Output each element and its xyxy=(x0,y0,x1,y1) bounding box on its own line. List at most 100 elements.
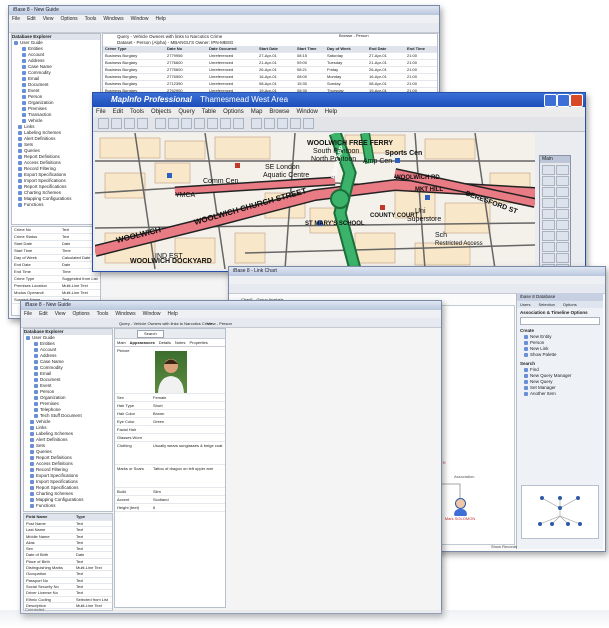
side-item[interactable]: Another Item xyxy=(520,391,600,397)
zoom-out-tool-icon[interactable] xyxy=(556,187,569,197)
prop-value[interactable]: Short xyxy=(153,402,163,409)
field-row[interactable]: Start Time Time xyxy=(12,248,100,255)
side-tab[interactable]: Selection xyxy=(538,302,554,307)
pointer-icon[interactable] xyxy=(155,118,166,129)
menu-item-browse[interactable]: Browse xyxy=(269,109,289,115)
property-row[interactable]: Clothing Usually wears sunglasses & beige… xyxy=(115,442,225,465)
menu-item-table[interactable]: Table xyxy=(202,109,216,115)
close-button[interactable] xyxy=(570,94,583,107)
menu-item-file[interactable]: File xyxy=(12,16,20,22)
side-tab[interactable]: Options xyxy=(563,302,577,307)
rectangle-tool-icon[interactable] xyxy=(542,231,555,241)
side-tab[interactable]: Users xyxy=(520,302,530,307)
column-header[interactable]: Date Occurred xyxy=(207,46,257,52)
menu-item-file[interactable]: File xyxy=(96,109,106,115)
record-tab[interactable]: Main xyxy=(117,340,126,345)
menu-item-view[interactable]: View xyxy=(43,16,54,22)
prop-value[interactable]: Scotland xyxy=(153,496,169,503)
pan-tool-icon[interactable] xyxy=(542,198,555,208)
cut-icon[interactable] xyxy=(98,118,109,129)
menu-item-windows[interactable]: Windows xyxy=(103,16,123,22)
info-tool-icon[interactable] xyxy=(556,198,569,208)
record-tab[interactable]: Notes xyxy=(175,340,185,345)
menu-item-map[interactable]: Map xyxy=(251,109,263,115)
frame-tool-icon[interactable] xyxy=(556,253,569,263)
column-header[interactable]: Day of Week xyxy=(325,46,367,52)
prop-value[interactable]: 6 xyxy=(153,504,155,511)
polygon-icon[interactable] xyxy=(277,118,288,129)
table-row[interactable]: Business Burglary 2776500 Unreferenced 16-A… xyxy=(103,74,437,81)
paste-icon[interactable] xyxy=(124,118,135,129)
property-row[interactable]: Facial Hair xyxy=(115,426,225,434)
property-row[interactable]: Glasses Worn xyxy=(115,434,225,442)
label-tool-icon[interactable] xyxy=(542,209,555,219)
line-tool-icon[interactable] xyxy=(542,220,555,230)
marquee-tool-icon[interactable] xyxy=(556,165,569,175)
menu-item-help[interactable]: Help xyxy=(325,109,337,115)
prop-value[interactable]: Brown xyxy=(153,410,164,417)
field-row[interactable]: Modus Operandi Multi-Line Text xyxy=(12,290,100,297)
overview-panel[interactable] xyxy=(521,485,599,539)
menu-item-edit[interactable]: Edit xyxy=(27,16,36,22)
zoom-in-icon[interactable] xyxy=(168,118,179,129)
help-icon[interactable] xyxy=(303,118,314,129)
table-row[interactable]: Business Burglary 2776600 Unreferenced 21-A… xyxy=(103,60,437,67)
column-header[interactable]: End Date xyxy=(367,46,405,52)
menu-item-window[interactable]: Window xyxy=(143,311,161,317)
table-row[interactable]: Business Burglary 2712390 Unreferenced 08-A… xyxy=(103,81,437,88)
copy-icon[interactable] xyxy=(111,118,122,129)
property-row[interactable]: Hair Color Brown xyxy=(115,410,225,418)
field-row[interactable]: End Time Time xyxy=(12,269,100,276)
symbol-tool-icon[interactable] xyxy=(556,242,569,252)
record-tab[interactable]: Details xyxy=(159,340,171,345)
field-row[interactable]: Crime Type Suggested from List xyxy=(12,276,100,283)
field-row[interactable]: Crime Status Text xyxy=(12,234,100,241)
grabber-icon[interactable] xyxy=(194,118,205,129)
side-dropdown[interactable] xyxy=(520,317,600,325)
menu-item-objects[interactable]: Objects xyxy=(151,109,171,115)
menu-item-edit[interactable]: Edit xyxy=(113,109,123,115)
menu-item-file[interactable]: File xyxy=(24,311,32,317)
label-icon[interactable] xyxy=(290,118,301,129)
record-search-button[interactable]: Search xyxy=(137,330,164,338)
column-header[interactable]: Crime Type xyxy=(103,46,165,52)
menu-item-options[interactable]: Options xyxy=(72,311,89,317)
field-row[interactable]: Crime No Text xyxy=(12,227,100,234)
select-tool-icon[interactable] xyxy=(542,165,555,175)
menu-item-tools[interactable]: Tools xyxy=(85,16,97,22)
person-node[interactable]: Mark SOLOMON xyxy=(442,498,478,521)
ruler-tool-icon[interactable] xyxy=(556,209,569,219)
info-icon[interactable] xyxy=(207,118,218,129)
record-tab[interactable]: Appearances xyxy=(130,340,155,345)
menu-item-help[interactable]: Help xyxy=(167,311,177,317)
menu-item-tools[interactable]: Tools xyxy=(97,311,109,317)
radius-tool-icon[interactable] xyxy=(542,176,555,186)
prop-value[interactable]: Green xyxy=(153,418,164,425)
property-row[interactable]: Eye Color Green xyxy=(115,418,225,426)
table-row[interactable]: Business Burglary 2779956 Unreferenced 27-A… xyxy=(103,53,437,60)
property-row[interactable]: Hair Type Short xyxy=(115,402,225,410)
table-row[interactable]: Business Burglary 2775600 Unreferenced 26-A… xyxy=(103,67,437,74)
tree-item[interactable]: Functions xyxy=(12,202,100,208)
select-icon[interactable] xyxy=(264,118,275,129)
property-row[interactable]: Build Slim xyxy=(115,488,225,496)
menu-item-window[interactable]: Window xyxy=(131,16,149,22)
property-row[interactable]: Height (feet) 6 xyxy=(115,504,225,512)
zoom-in-tool-icon[interactable] xyxy=(542,187,555,197)
column-header[interactable]: End Time xyxy=(405,46,437,52)
tree-item[interactable]: Functions xyxy=(24,503,112,509)
zoom-out-icon[interactable] xyxy=(181,118,192,129)
field-row[interactable]: Day of Week Calculated Date xyxy=(12,255,100,262)
property-row[interactable]: Marks or Scars Tattoo of dragon on left u… xyxy=(115,465,225,488)
prop-value[interactable]: Slim xyxy=(153,488,161,495)
record-tab[interactable]: Properties xyxy=(189,340,207,345)
property-row[interactable]: Accent Scotland xyxy=(115,496,225,504)
menu-item-view[interactable]: View xyxy=(55,311,66,317)
menu-item-options[interactable]: Options xyxy=(223,109,244,115)
field-row[interactable]: Premises Location Multi-Line Text xyxy=(12,283,100,290)
field-row[interactable]: End Date Date xyxy=(12,262,100,269)
side-item[interactable]: Show Palette xyxy=(520,352,600,358)
field-row[interactable]: Start Date Date xyxy=(12,241,100,248)
column-header[interactable]: Date No xyxy=(165,46,207,52)
menu-item-tools[interactable]: Tools xyxy=(130,109,144,115)
